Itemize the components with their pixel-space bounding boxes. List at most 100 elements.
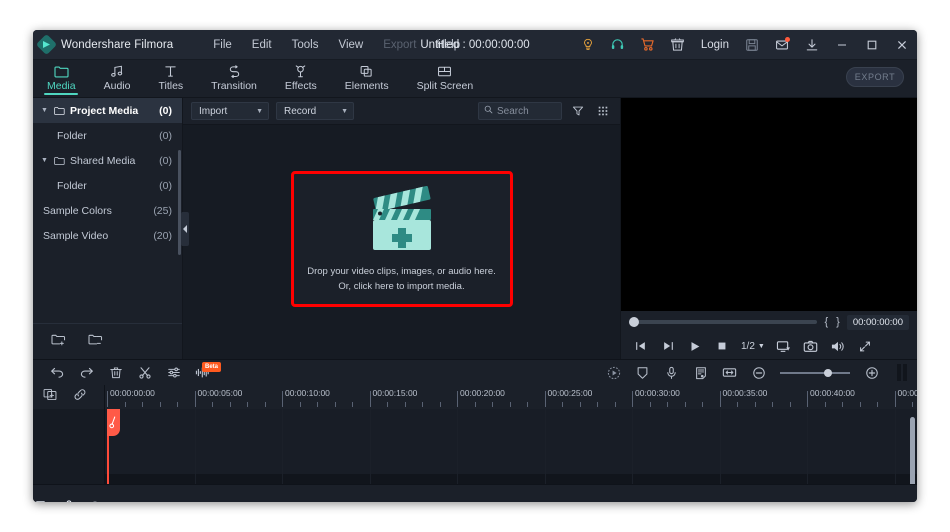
video-track-icon[interactable]: 1 (35, 498, 50, 502)
new-folder-icon[interactable] (51, 333, 66, 351)
ruler-label: 00:00:40:00 (810, 388, 855, 398)
mark-in-button[interactable]: { (823, 316, 829, 328)
stop-button[interactable] (710, 335, 734, 357)
caret-down-icon[interactable]: ▼ (41, 157, 51, 164)
caret-down-icon[interactable]: ▼ (41, 107, 51, 114)
import-dropdown[interactable]: Import ▼ (191, 102, 269, 120)
record-dropdown[interactable]: Record ▼ (276, 102, 354, 120)
undo-button[interactable] (43, 360, 72, 386)
search-input[interactable]: Search (478, 102, 562, 120)
record-voiceover-button[interactable] (657, 360, 686, 386)
audio-mixer-button[interactable] (159, 360, 188, 386)
mark-out-button[interactable]: } (835, 316, 841, 328)
download-icon[interactable] (797, 30, 827, 60)
minimize-button[interactable] (827, 30, 857, 60)
ruler-major-tick (194, 391, 196, 407)
menu-tools[interactable]: Tools (282, 35, 329, 55)
fullscreen-button[interactable] (853, 335, 877, 357)
lock-icon[interactable] (63, 498, 75, 502)
sidebar-item-count: (20) (153, 229, 172, 242)
sidebar-item-sample-colors[interactable]: Sample Colors (25) (33, 198, 182, 223)
speed-dropdown[interactable]: 1/2 ▼ (737, 341, 769, 352)
ruler-minor-tick (562, 402, 563, 407)
render-preview-button[interactable] (599, 360, 628, 386)
playhead-handle[interactable] (107, 409, 120, 436)
play-button[interactable] (683, 335, 707, 357)
remove-folder-icon[interactable] (88, 333, 103, 351)
preview-progress-slider[interactable] (629, 317, 818, 327)
tab-audio[interactable]: Audio (90, 60, 145, 97)
tab-transition[interactable]: Transition (197, 60, 271, 97)
filter-funnel-icon[interactable] (569, 102, 587, 120)
ruler-minor-tick (789, 402, 791, 407)
eye-visibility-icon[interactable] (88, 498, 102, 502)
export-button[interactable]: EXPORT (846, 67, 904, 87)
collapse-panel-arrow[interactable] (181, 211, 189, 246)
next-frame-button[interactable] (656, 335, 680, 357)
audio-notes-button[interactable] (686, 360, 715, 386)
timeline-track-video-1[interactable] (105, 474, 917, 484)
sidebar-item-shared-media[interactable]: ▼ Shared Media (0) (33, 148, 182, 173)
tab-elements[interactable]: Elements (331, 60, 403, 97)
media-folder-list: ▼ Project Media (0) Folder (0) ▼ Shared … (33, 98, 182, 323)
sidebar-item-folder-2[interactable]: Folder (0) (33, 173, 182, 198)
sidebar-item-project-media[interactable]: ▼ Project Media (0) (33, 98, 182, 123)
menu-file[interactable]: File (203, 35, 242, 55)
zoom-slider-knob[interactable] (824, 368, 832, 377)
sidebar-item-sample-video[interactable]: Sample Video (20) (33, 223, 182, 248)
menu-edit[interactable]: Edit (242, 35, 282, 55)
zoom-slider[interactable] (780, 368, 850, 377)
preview-slider-knob[interactable] (629, 317, 639, 327)
timeline-track-upper[interactable] (105, 409, 917, 474)
title-bar: Wondershare Filmora File Edit Tools View… (33, 30, 917, 60)
zoom-in-button[interactable] (857, 360, 886, 386)
screen-mode-button[interactable] (772, 335, 796, 357)
menu-view[interactable]: View (328, 35, 373, 55)
save-icon[interactable] (737, 30, 767, 60)
grid-view-icon[interactable] (594, 102, 612, 120)
headset-icon[interactable] (603, 30, 633, 60)
zoom-out-button[interactable] (744, 360, 773, 386)
tab-titles[interactable]: Titles (144, 60, 197, 97)
split-scissors-button[interactable] (130, 360, 159, 386)
cart-icon[interactable] (633, 30, 663, 60)
timeline-bottom-strip (33, 484, 917, 502)
ruler-major-tick (107, 391, 108, 407)
fit-timeline-button[interactable] (715, 360, 744, 386)
volume-button[interactable] (826, 335, 850, 357)
link-chain-icon[interactable] (73, 388, 87, 406)
timeline-tracks[interactable] (105, 409, 917, 484)
video-track-header[interactable]: 1 (33, 495, 104, 502)
sidebar-item-folder-1[interactable]: Folder (0) (33, 123, 182, 148)
delete-button[interactable] (101, 360, 130, 386)
timeline-vertical-scrollbar[interactable] (910, 417, 915, 484)
prev-frame-button[interactable] (629, 335, 653, 357)
auto-sync-button[interactable]: Beta (188, 360, 221, 386)
timeline-playhead[interactable] (107, 409, 120, 484)
redo-button[interactable] (72, 360, 101, 386)
ruler-major-tick (807, 391, 808, 407)
marker-bars-icon[interactable] (897, 364, 907, 381)
add-track-icon[interactable] (43, 388, 57, 406)
snapshot-camera-button[interactable] (799, 335, 823, 357)
gift-box-icon[interactable] (663, 30, 693, 60)
timeline-ruler[interactable]: 00:00:00:00 00:00:05:00 00:00:10:00 00:00:1… (105, 385, 917, 409)
preview-video-screen[interactable] (621, 98, 917, 311)
maximize-button[interactable] (857, 30, 887, 60)
tab-split-screen[interactable]: Split Screen (403, 60, 488, 97)
login-button[interactable]: Login (693, 39, 737, 51)
lightbulb-icon[interactable] (573, 30, 603, 60)
preview-timecode[interactable]: 00:00:00:00 (846, 314, 909, 330)
ruler-minor-tick (772, 402, 773, 407)
menu-help[interactable]: Help (426, 35, 470, 55)
mail-notification-dot (785, 36, 790, 42)
close-button[interactable] (887, 30, 917, 60)
crop-shield-button[interactable] (628, 360, 657, 386)
title-bar-actions: Login (573, 30, 917, 59)
ruler-minor-tick (579, 402, 581, 407)
tab-media[interactable]: Media (33, 60, 90, 97)
mail-icon[interactable] (767, 30, 797, 60)
ruler-minor-tick (474, 402, 476, 407)
media-dropzone[interactable]: Drop your video clips, images, or audio … (290, 171, 513, 307)
tab-effects[interactable]: Effects (271, 60, 331, 97)
